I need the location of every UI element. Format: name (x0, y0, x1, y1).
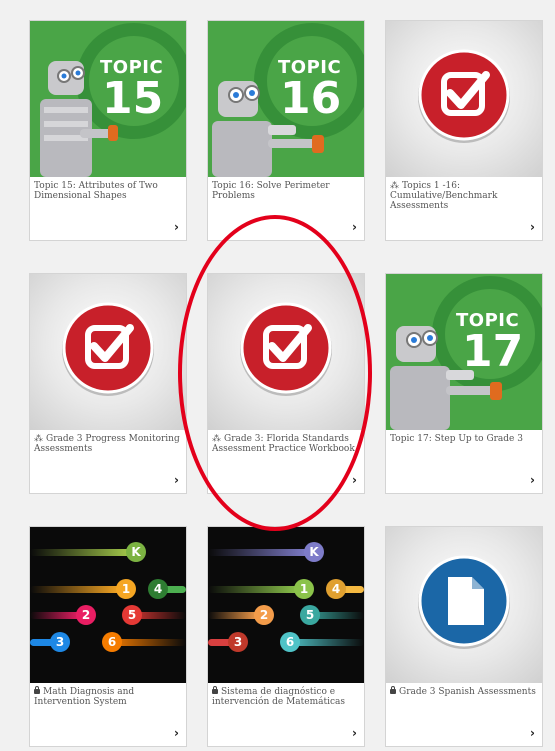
lock-icon (34, 686, 40, 694)
chevron-right-icon[interactable]: › (530, 220, 535, 234)
resource-card-cumulative-assessments[interactable]: ⁂ Topics 1 -16: Cumulative/Benchmark Asse… (385, 20, 543, 241)
level-bar (208, 586, 298, 593)
level-bars-thumbnail: K 1 4 2 5 3 6 (30, 527, 186, 683)
card-label: Grade 3 Spanish Assessments (390, 686, 540, 697)
chevron-right-icon[interactable]: › (174, 220, 179, 234)
level-bubble: K (304, 542, 324, 562)
level-bubble: 6 (102, 632, 122, 652)
chevron-right-icon[interactable]: › (352, 220, 357, 234)
resource-card-topic-16[interactable]: TOPIC 16 Topic 16: Solve Perimeter Probl… (207, 20, 365, 241)
chevron-right-icon[interactable]: › (174, 473, 179, 487)
level-bar (208, 549, 308, 556)
level-bubble: 4 (148, 579, 168, 599)
assessment-thumbnail (30, 274, 186, 430)
network-icon: ⁂ (34, 434, 43, 444)
chevron-right-icon[interactable]: › (530, 726, 535, 740)
card-label: Topic 17: Step Up to Grade 3 (390, 434, 523, 444)
card-label: ⁂ Topics 1 -16: Cumulative/Benchmark Asse… (390, 181, 498, 211)
level-bubble: K (126, 542, 146, 562)
assessment-thumbnail (386, 21, 542, 177)
robot-icon (212, 81, 324, 177)
robot-icon (40, 61, 118, 177)
level-bar (30, 549, 130, 556)
level-bubble: 6 (280, 632, 300, 652)
assessment-check-icon (62, 302, 154, 396)
robot-icon (390, 326, 502, 430)
topic-15-thumbnail: TOPIC 15 (30, 21, 186, 177)
card-label: Topic 15: Attributes of Two Dimensional … (34, 181, 158, 201)
resource-card-progress-monitoring[interactable]: ⁂ Grade 3 Progress Monitoring Assessments… (29, 273, 187, 494)
level-bubble: 5 (300, 605, 320, 625)
lock-icon (212, 686, 218, 694)
level-bubble: 5 (122, 605, 142, 625)
topic-17-thumbnail: TOPIC 17 (386, 274, 542, 430)
level-bar (30, 612, 80, 619)
level-bubble: 2 (76, 605, 96, 625)
document-icon (418, 555, 510, 649)
assessment-check-icon (418, 49, 510, 143)
chevron-right-icon[interactable]: › (530, 473, 535, 487)
card-label: ⁂ Grade 3 Progress Monitoring Assessments (34, 434, 180, 454)
resource-card-topic-17[interactable]: TOPIC 17 Topic 17: Step Up to Grade 3 › (385, 273, 543, 494)
chevron-right-icon[interactable]: › (352, 726, 357, 740)
card-label: Math Diagnosis and Intervention System (34, 686, 135, 707)
topic-16-thumbnail: TOPIC 16 (208, 21, 364, 177)
level-bubble: 2 (254, 605, 274, 625)
resource-card-math-diagnosis[interactable]: K 1 4 2 5 3 6 Math Diagnosis and Interve… (29, 526, 187, 747)
level-bubble: 1 (116, 579, 136, 599)
level-bubble: 3 (228, 632, 248, 652)
card-label: Sistema de diagnóstico e intervención de… (212, 686, 346, 707)
network-icon: ⁂ (390, 181, 399, 191)
chevron-right-icon[interactable]: › (174, 726, 179, 740)
resource-card-topic-15[interactable]: TOPIC 15 Topic 15: Attributes of Two Dim… (29, 20, 187, 241)
level-bar (208, 612, 258, 619)
chevron-right-icon[interactable]: › (352, 473, 357, 487)
highlight-circle (178, 215, 372, 531)
document-thumbnail (386, 527, 542, 683)
level-bars-thumbnail: K 1 4 2 5 3 6 (208, 527, 364, 683)
level-bubble: 1 (294, 579, 314, 599)
lock-icon (390, 686, 396, 694)
resource-card-sistema-diagnostico[interactable]: K 1 4 2 5 3 6 Sistema de diagnóstico e i… (207, 526, 365, 747)
level-bar (30, 586, 120, 593)
level-bubble: 3 (50, 632, 70, 652)
resource-card-spanish-assessments[interactable]: Grade 3 Spanish Assessments › (385, 526, 543, 747)
level-bubble: 4 (326, 579, 346, 599)
card-label: Topic 16: Solve Perimeter Problems (212, 181, 330, 201)
